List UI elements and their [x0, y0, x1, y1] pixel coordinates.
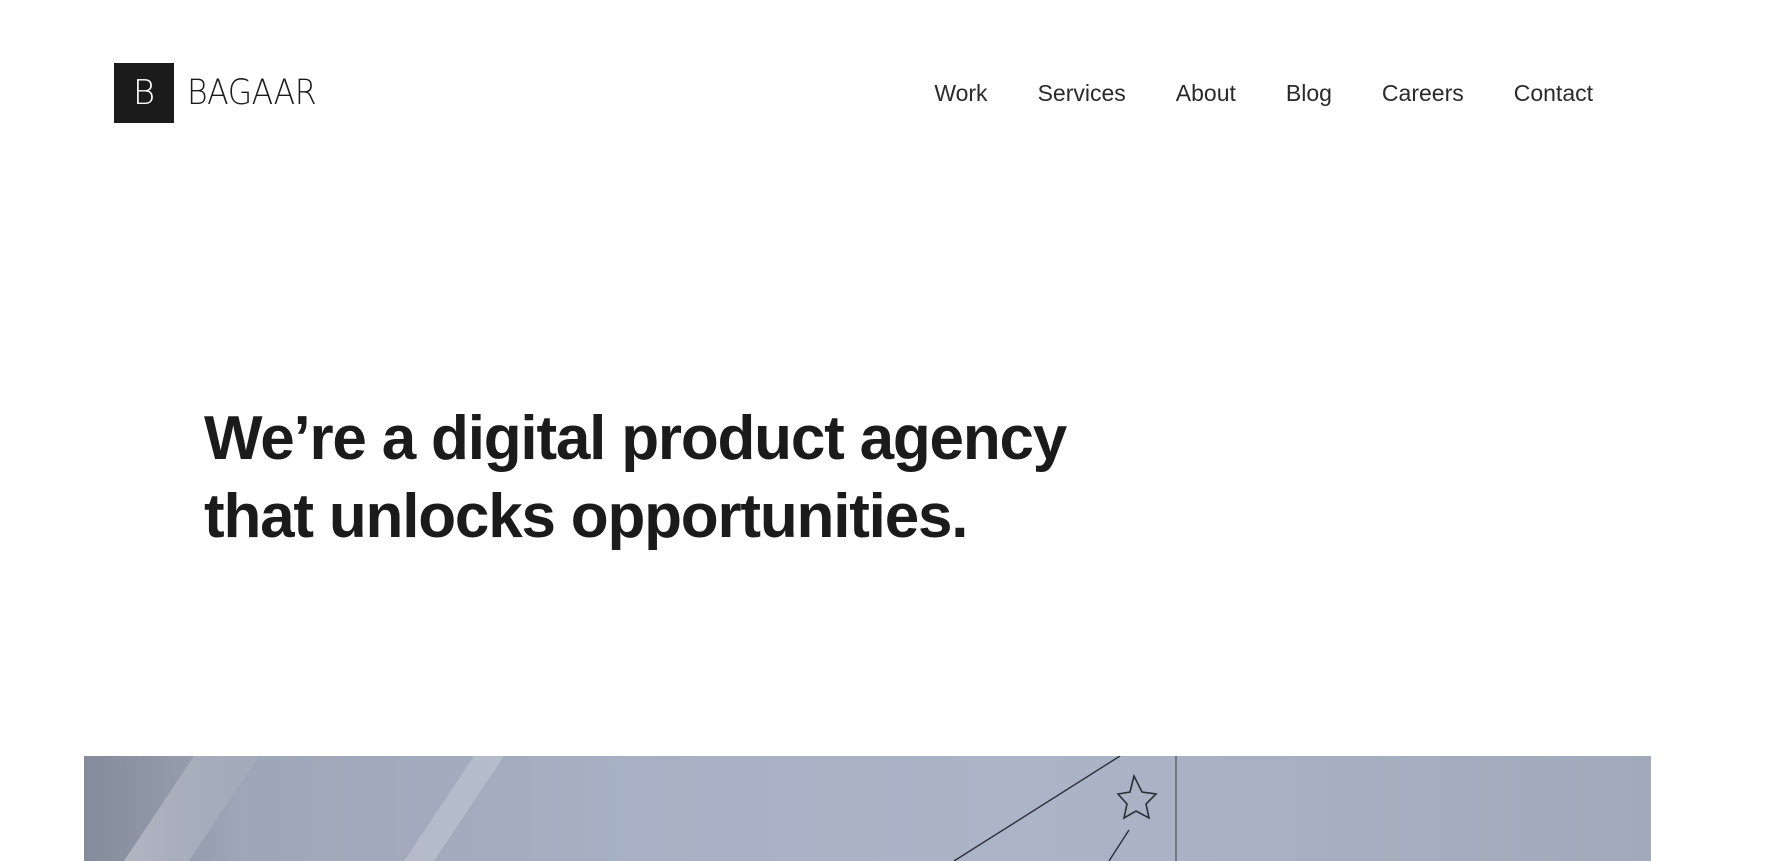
- nav-item-about[interactable]: About: [1176, 80, 1236, 107]
- nav-item-services[interactable]: Services: [1038, 80, 1126, 107]
- logo-mark: B: [114, 63, 174, 123]
- nav-item-careers[interactable]: Careers: [1382, 80, 1464, 107]
- nav-item-contact[interactable]: Contact: [1514, 80, 1593, 107]
- hero-title-line-2: that unlocks opportunities.: [204, 482, 968, 551]
- hero-image: [84, 756, 1651, 861]
- hero-title-line-1: We’re a digital product agency: [204, 404, 1067, 473]
- logo-link[interactable]: B BAGAAR: [114, 63, 331, 123]
- hero-image-artwork: [84, 756, 1177, 861]
- main-nav: Work Services About Blog Careers Contact: [934, 80, 1593, 107]
- logo-wordmark: BAGAAR: [187, 73, 317, 113]
- nav-item-work[interactable]: Work: [934, 80, 987, 107]
- nav-item-blog[interactable]: Blog: [1286, 80, 1332, 107]
- hero-title: We’re a digital product agency that unlo…: [204, 400, 1067, 556]
- site-header: B BAGAAR Work Services About Blog Career…: [0, 0, 1783, 200]
